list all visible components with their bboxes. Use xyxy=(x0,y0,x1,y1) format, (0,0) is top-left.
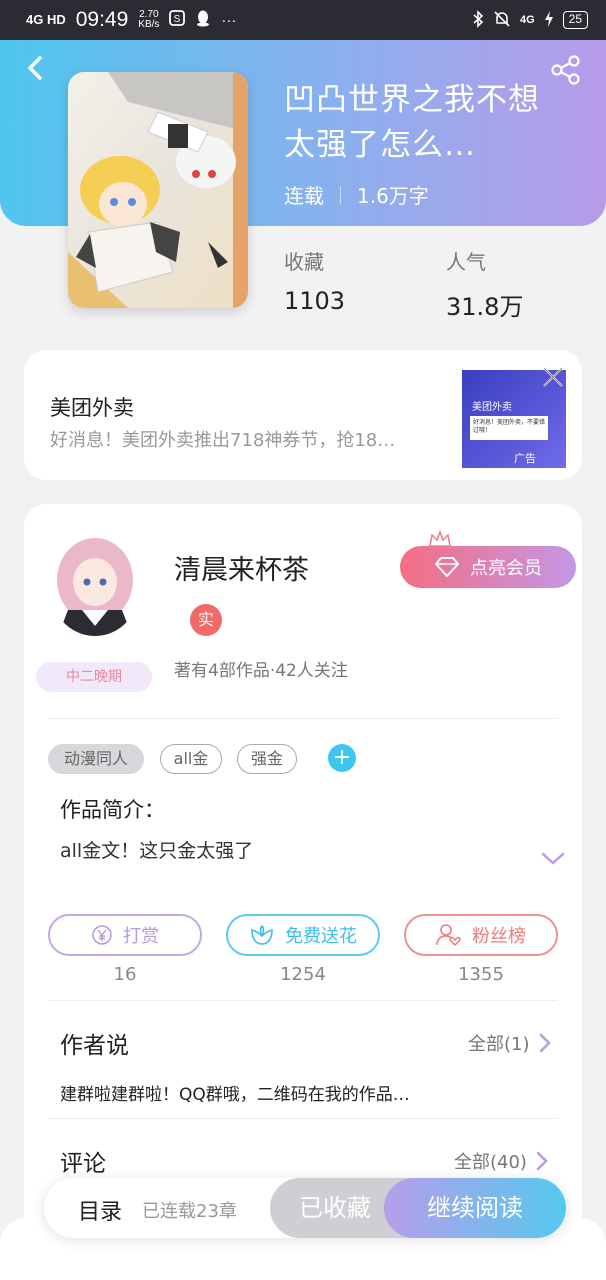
network-indicator: 4G HD xyxy=(26,12,66,27)
serial-chapters: 已连载23章 xyxy=(142,1201,237,1222)
author-say-title: 作者说 xyxy=(60,1033,129,1059)
avatar-illustration xyxy=(48,530,142,636)
author-stats: 著有4部作品·42人关注 xyxy=(174,661,348,681)
qq-icon xyxy=(195,9,211,31)
share-button[interactable] xyxy=(550,54,582,86)
svg-text:S: S xyxy=(174,14,181,25)
stat-favorites: 收藏 1103 xyxy=(284,250,346,315)
flower-count: 1254 xyxy=(280,964,326,985)
expand-intro-button[interactable] xyxy=(540,850,566,868)
author-say-text[interactable]: 建群啦建群啦！QQ群哦，二维码在我的作品… xyxy=(60,1080,460,1105)
chevron-down-icon xyxy=(541,852,565,865)
serial-status: 连载 xyxy=(284,184,324,208)
ad-close-button[interactable] xyxy=(542,366,564,388)
fan-count: 1355 xyxy=(458,964,504,985)
more-notifications: ··· xyxy=(221,11,237,29)
ad-title: 美团外卖 xyxy=(50,396,134,420)
divider xyxy=(48,1000,558,1001)
network-speed: 2.70 KB/s xyxy=(138,9,160,30)
flower-icon xyxy=(251,924,273,945)
fan-icon xyxy=(436,924,461,947)
add-tag-button[interactable]: + xyxy=(328,744,356,772)
book-cover-illustration xyxy=(68,72,248,308)
battery-indicator: 25 xyxy=(562,11,588,29)
bluetooth-icon xyxy=(472,9,484,31)
tag-item[interactable]: 动漫同人 xyxy=(48,744,144,774)
share-icon xyxy=(551,55,580,85)
ad-banner[interactable]: 美团外卖 好消息！美团外卖推出718神券节，抢18… 美团外卖 好消息！美团外卖… xyxy=(24,350,582,480)
avatar[interactable] xyxy=(48,530,142,636)
mobile-data-indicator: 4G xyxy=(519,14,535,26)
book-title: 凹凸世界之我不想太强了怎么… xyxy=(284,82,540,163)
stat-popularity: 人气 31.8万 xyxy=(446,250,524,321)
status-time: 09:49 xyxy=(75,8,129,31)
diamond-icon xyxy=(434,557,460,577)
continue-reading-button[interactable]: 继续阅读 xyxy=(384,1178,566,1238)
verified-badge: 实 xyxy=(190,604,222,636)
chevron-right-icon xyxy=(539,1033,551,1053)
app-notification-icon: S xyxy=(169,10,186,30)
intro-text: all金文！这只金太强了 xyxy=(60,840,254,862)
chevron-right-icon xyxy=(536,1151,548,1171)
back-button[interactable] xyxy=(22,52,50,84)
reward-button[interactable]: 打赏 xyxy=(48,914,202,956)
divider xyxy=(48,718,558,719)
author-say-all-link[interactable]: 全部(1) xyxy=(468,1030,552,1056)
fan-ranking-button[interactable]: 粉丝榜 xyxy=(404,914,558,956)
chevron-left-icon xyxy=(28,56,42,80)
meta-divider xyxy=(340,185,341,204)
tag-item[interactable]: all金 xyxy=(160,744,222,774)
toc-button[interactable]: 目录 xyxy=(78,1194,122,1226)
book-cover[interactable] xyxy=(68,72,248,308)
reward-count: 16 xyxy=(113,964,137,985)
author-level-badge: 中二晚期 xyxy=(36,662,152,692)
intro-label: 作品简介： xyxy=(60,798,165,822)
tag-item[interactable]: 强金 xyxy=(237,744,297,774)
word-count: 1.6万字 xyxy=(357,184,429,208)
mute-icon xyxy=(493,10,511,31)
vip-button[interactable]: 点亮会员 xyxy=(400,546,576,588)
status-bar: 4G HD 09:49 2.70 KB/s S ··· 4G 25 xyxy=(0,0,606,40)
send-flower-button[interactable]: 免费送花 xyxy=(226,914,380,956)
ad-description: 好消息！美团外卖推出718神券节，抢18… xyxy=(50,430,396,451)
author-name[interactable]: 清晨来杯茶 xyxy=(174,548,309,587)
comments-title: 评论 xyxy=(60,1151,106,1177)
close-icon xyxy=(543,367,563,387)
book-meta: 连载 1.6万字 xyxy=(284,180,429,209)
divider xyxy=(48,1118,558,1119)
charging-icon xyxy=(544,10,554,30)
comments-all-link[interactable]: 全部(40) xyxy=(454,1148,549,1174)
yuan-icon xyxy=(92,925,112,945)
